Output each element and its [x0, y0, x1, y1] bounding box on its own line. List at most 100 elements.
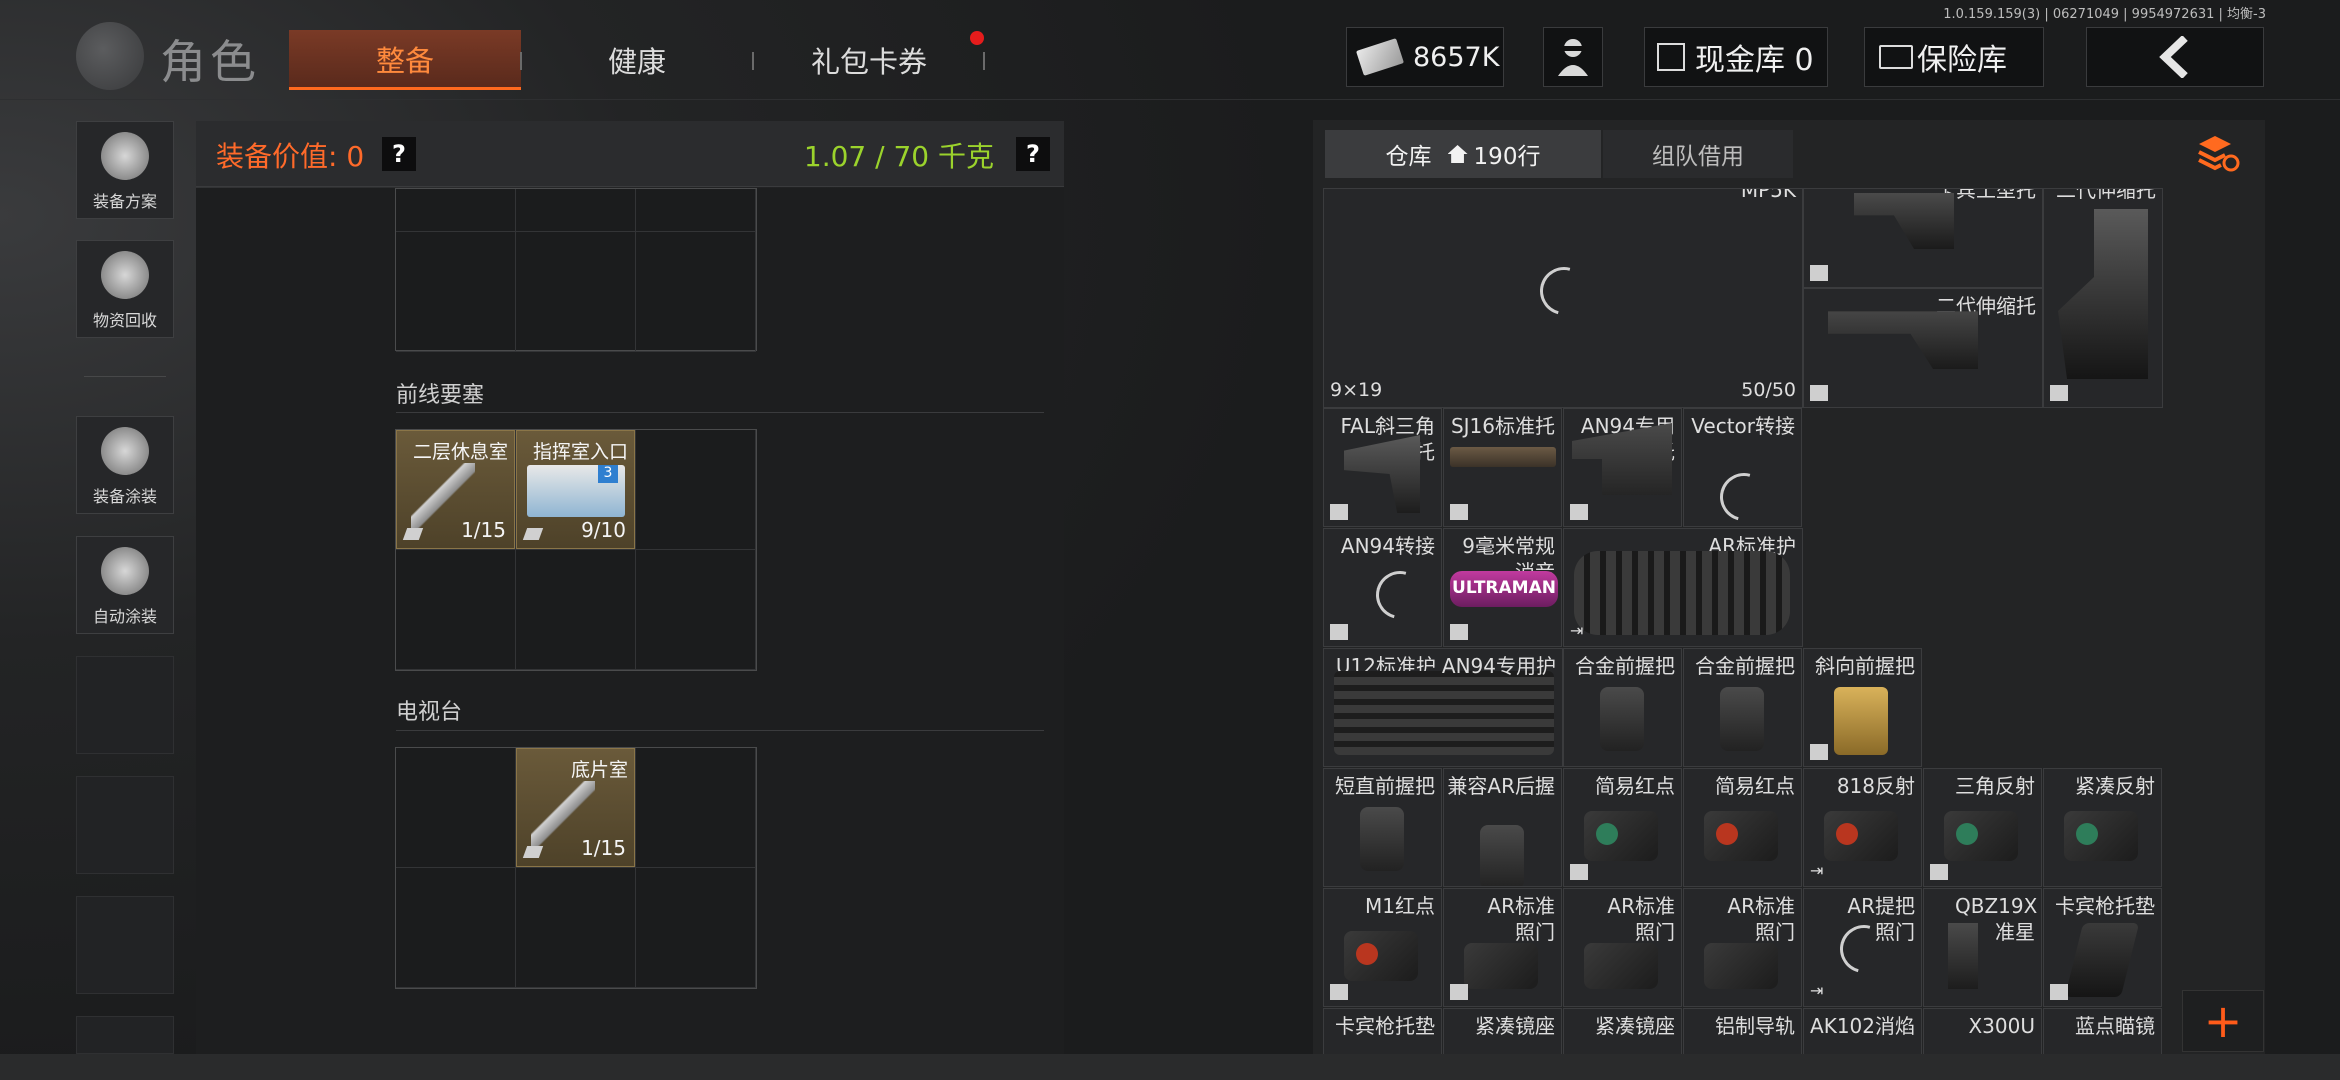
key-slot[interactable] [636, 868, 756, 988]
item-name: 二代伸缩托 [2056, 188, 2156, 202]
safe-button[interactable]: 保险库 [1864, 27, 2044, 87]
item-adapter[interactable]: Vector转接 [1683, 408, 1802, 527]
item-sight[interactable]: 简易红点 [1563, 768, 1682, 887]
stock-icon [1854, 193, 1954, 249]
key-slot[interactable] [396, 550, 516, 670]
item-rear-sight[interactable]: AR标准照门 [1683, 888, 1802, 1007]
back-button[interactable] [2086, 27, 2264, 87]
key-slot[interactable] [516, 189, 636, 232]
suppressor-text: ULTRAMAN [1452, 578, 1556, 598]
agent-button[interactable] [1543, 27, 1603, 87]
item-grip[interactable]: 合金前握把 [1683, 648, 1802, 767]
item-flashlight[interactable]: X300U [1923, 1008, 2042, 1054]
item-buttpad[interactable]: 卡宾枪托垫 [1323, 1008, 1442, 1054]
item-grip[interactable]: 合金前握把 [1563, 648, 1682, 767]
key-slot[interactable] [396, 748, 516, 868]
item-flash-hider[interactable]: AK102消焰 [1803, 1008, 1922, 1054]
cash-icon [1356, 38, 1404, 76]
warehouse-tab-label: 仓库 [1385, 144, 1432, 170]
key-slot[interactable] [636, 232, 756, 352]
item-sight[interactable]: 三角反射 [1923, 768, 2042, 887]
item-sight[interactable]: 紧凑反射 [2043, 768, 2162, 887]
item-sight[interactable]: M1红点 [1323, 888, 1442, 1007]
item-adapter[interactable]: AN94转接 [1323, 528, 1442, 647]
item-stock[interactable]: 卡宾工型托 [1803, 188, 2043, 288]
recycle-icon [101, 251, 149, 299]
stash-icon [1330, 504, 1348, 520]
cash-store-button[interactable]: 现金库 0 [1644, 27, 1828, 87]
value-help-button[interactable]: ? [382, 137, 416, 171]
recycle-button[interactable]: 物资回收 [76, 240, 174, 338]
reflex-sight-icon [2064, 811, 2138, 861]
key-slot[interactable] [636, 189, 756, 232]
item-stock[interactable]: FAL斜三角托 [1323, 408, 1442, 527]
front-sight-icon [1948, 923, 1978, 989]
money-value: 8657K [1413, 41, 1500, 73]
buttpad-icon [2064, 923, 2140, 997]
key-slot[interactable] [516, 550, 636, 670]
item-suppressor[interactable]: 9毫米常规消音 ULTRAMAN [1443, 528, 1562, 647]
item-rear-sight[interactable]: AR标准照门 [1563, 888, 1682, 1007]
tab-equipment[interactable]: 整备 [289, 30, 521, 90]
sort-stack-icon[interactable] [2195, 134, 2241, 174]
item-stock[interactable]: 二代伸缩托 [2043, 188, 2163, 408]
item-grip[interactable]: 斜向前握把 [1803, 648, 1922, 767]
item-buttpad[interactable]: 卡宾枪托垫 [2043, 888, 2162, 1007]
weapon-mp5k[interactable]: MP5K 9×19 50/50 [1323, 188, 1803, 408]
iron-sight-icon [1464, 943, 1538, 989]
weight-help-button[interactable]: ? [1016, 137, 1050, 171]
key-slot[interactable] [396, 232, 516, 352]
item-handguard[interactable]: U12标准护 AN94专用护 [1323, 648, 1563, 767]
key-uses: 1/15 [461, 518, 506, 542]
add-row-button[interactable]: + [2182, 990, 2264, 1052]
item-rear-sight[interactable]: AR提把照门 ⇥ [1803, 888, 1922, 1007]
tab-team-borrow[interactable]: 组队借用 [1603, 130, 1793, 178]
access-card[interactable]: 3 指挥室入口 9/10 [516, 430, 635, 549]
item-front-sight[interactable]: QBZ19X准星 [1923, 888, 2042, 1007]
key-card[interactable]: 二层休息室 1/15 [396, 430, 515, 549]
key-slot[interactable] [636, 748, 756, 868]
key-slot[interactable] [516, 232, 636, 352]
item-grip[interactable]: 兼容AR后握 [1443, 768, 1562, 887]
equipment-skin-button[interactable]: 装备涂装 [76, 416, 174, 514]
item-handguard[interactable]: AR标准护 ⇥ [1563, 528, 1803, 647]
loading-spinner-icon [1711, 464, 1777, 526]
item-rear-sight[interactable]: AR标准照门 [1443, 888, 1562, 1007]
key-slot[interactable] [396, 189, 516, 232]
item-name: 兼容AR后握 [1447, 774, 1555, 798]
item-name: 紧凑反射 [2075, 774, 2155, 798]
loadout-plan-button[interactable]: 装备方案 [76, 121, 174, 219]
item-sight[interactable]: 简易红点 [1683, 768, 1802, 887]
key-name: 二层休息室 [412, 441, 508, 463]
sidebar-empty-slot [76, 896, 174, 994]
key-card[interactable]: 底片室 1/15 [516, 748, 635, 867]
item-name: Vector转接 [1691, 414, 1795, 438]
item-grip[interactable]: 短直前握把 [1323, 768, 1442, 887]
item-name: 简易红点 [1595, 774, 1675, 798]
key-slot[interactable] [636, 550, 756, 670]
key-slot[interactable] [396, 868, 516, 988]
item-ammo-count: 50/50 [1741, 379, 1796, 401]
tab-gift-coupons[interactable]: 礼包卡券 [753, 30, 985, 90]
tab-warehouse[interactable]: 仓库 190行 [1325, 130, 1601, 178]
key-slot[interactable] [516, 868, 636, 988]
money-display[interactable]: 8657K [1346, 27, 1504, 87]
stash-icon [2050, 385, 2068, 401]
recycle-label: 物资回收 [92, 311, 157, 330]
item-name: 合金前握把 [1695, 654, 1795, 678]
item-mount[interactable]: 紧凑镜座 [1443, 1008, 1562, 1054]
item-stock[interactable]: 二代伸缩托 [1803, 288, 2043, 408]
key-uses: 9/10 [581, 518, 626, 542]
item-stock[interactable]: SJ16标准托 [1443, 408, 1562, 527]
item-sight[interactable]: 蓝点瞄镜 [2043, 1008, 2162, 1054]
item-mount[interactable]: 紧凑镜座 [1563, 1008, 1682, 1054]
auto-skin-button[interactable]: 自动涂装 [76, 536, 174, 634]
suppressor-icon: ULTRAMAN [1450, 571, 1558, 607]
tab-health[interactable]: 健康 [521, 30, 753, 90]
item-sight[interactable]: 818反射 ⇥ [1803, 768, 1922, 887]
item-stock[interactable]: AN94专用托 [1563, 408, 1682, 527]
key-slot[interactable] [636, 430, 756, 550]
reflex-sight-icon [1944, 811, 2018, 861]
item-rail[interactable]: 铝制导轨 [1683, 1008, 1802, 1054]
item-name: 短直前握把 [1335, 774, 1435, 798]
